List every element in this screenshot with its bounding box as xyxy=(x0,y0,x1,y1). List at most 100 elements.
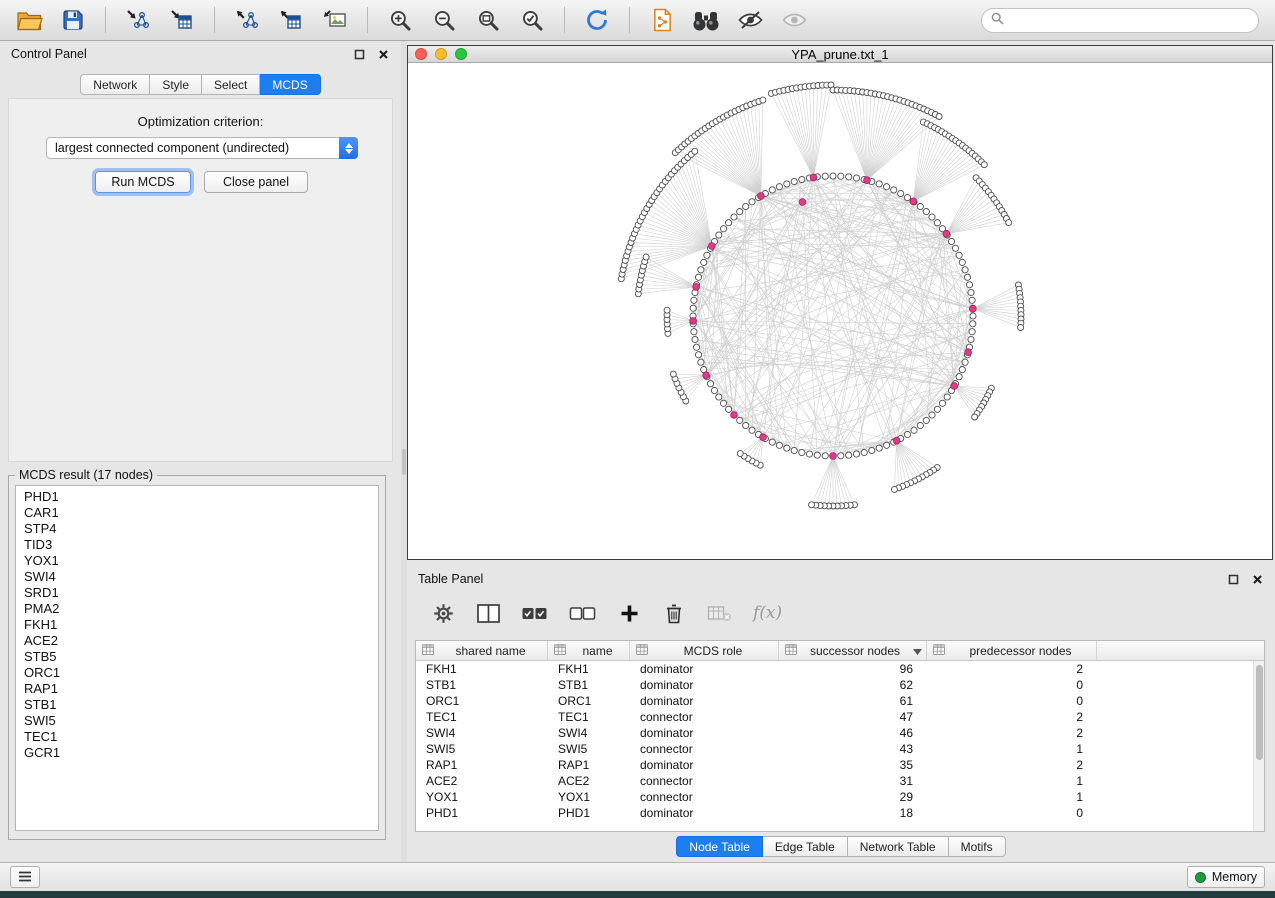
close-table-panel-icon[interactable] xyxy=(1251,573,1264,586)
mcds-result-item[interactable]: RAP1 xyxy=(16,681,378,697)
cell-shared-name: RAP1 xyxy=(416,758,548,772)
table-row[interactable]: PHD1PHD1dominator180 xyxy=(416,805,1264,821)
table-row[interactable]: FKH1FKH1dominator962 xyxy=(416,661,1264,677)
zoom-out-icon[interactable] xyxy=(425,3,463,37)
tab-select[interactable]: Select xyxy=(202,74,260,95)
cell-shared-name: ORC1 xyxy=(416,694,548,708)
tab-style[interactable]: Style xyxy=(150,74,202,95)
cell-predecessor-nodes: 2 xyxy=(927,726,1097,740)
table-row[interactable]: YOX1YOX1connector291 xyxy=(416,789,1264,805)
toolbar-separator xyxy=(214,7,215,33)
search-input[interactable] xyxy=(1010,13,1249,27)
mcds-result-item[interactable]: STP4 xyxy=(16,521,378,537)
tab-network[interactable]: Network xyxy=(80,74,150,95)
splitter-grip-icon[interactable] xyxy=(402,449,406,475)
mcds-result-item[interactable]: ACE2 xyxy=(16,633,378,649)
import-network-icon[interactable] xyxy=(119,3,157,37)
column-header-successor-nodes[interactable]: successor nodes xyxy=(779,641,927,660)
column-header-shared-name[interactable]: shared name xyxy=(416,641,548,660)
table-row[interactable]: STB1STB1dominator620 xyxy=(416,677,1264,693)
tab-node-table[interactable]: Node Table xyxy=(676,836,763,857)
export-table-icon[interactable] xyxy=(272,3,310,37)
function-builder-icon: f(x) xyxy=(753,599,782,627)
export-image-icon[interactable] xyxy=(316,3,354,37)
status-bar: Memory xyxy=(0,862,1275,891)
add-icon[interactable] xyxy=(617,599,641,627)
search-box[interactable] xyxy=(981,8,1259,33)
mcds-result-item[interactable]: SWI5 xyxy=(16,713,378,729)
mcds-result-item[interactable]: PHD1 xyxy=(16,489,378,505)
table-row[interactable]: SWI4SWI4dominator462 xyxy=(416,725,1264,741)
tab-edge-table[interactable]: Edge Table xyxy=(763,836,848,857)
table-row[interactable]: SWI5SWI5connector431 xyxy=(416,741,1264,757)
optimization-criterion-select[interactable]: largest connected component (undirected) xyxy=(46,137,358,159)
cell-shared-name: SWI5 xyxy=(416,742,548,756)
table-row[interactable]: RAP1RAP1dominator352 xyxy=(416,757,1264,773)
export-network-icon[interactable] xyxy=(228,3,266,37)
select-none-icon[interactable] xyxy=(569,599,596,627)
memory-button[interactable]: Memory xyxy=(1187,866,1265,888)
mcds-result-item[interactable]: FKH1 xyxy=(16,617,378,633)
mcds-result-item[interactable]: YOX1 xyxy=(16,553,378,569)
close-panel-button[interactable]: Close panel xyxy=(204,171,308,193)
table-header-row: shared namenameMCDS rolesuccessor nodesp… xyxy=(416,641,1264,661)
table-row[interactable]: ORC1ORC1dominator610 xyxy=(416,693,1264,709)
gear-icon[interactable] xyxy=(431,599,455,627)
cell-shared-name: PHD1 xyxy=(416,806,548,820)
refresh-icon[interactable] xyxy=(578,3,616,37)
table-sort-icon xyxy=(785,644,797,658)
column-header-name[interactable]: name xyxy=(548,641,630,660)
cell-name: PHD1 xyxy=(548,806,630,820)
mcds-result-item[interactable]: TID3 xyxy=(16,537,378,553)
share-document-icon[interactable] xyxy=(643,3,681,37)
tab-network-table[interactable]: Network Table xyxy=(848,836,949,857)
open-folder-icon[interactable] xyxy=(10,3,48,37)
zoom-selected-icon[interactable] xyxy=(513,3,551,37)
scrollbar-thumb[interactable] xyxy=(1256,665,1263,760)
save-icon[interactable] xyxy=(54,3,92,37)
tab-mcds[interactable]: MCDS xyxy=(260,74,320,95)
mcds-result-item[interactable]: SRD1 xyxy=(16,585,378,601)
mcds-result-item[interactable]: TEC1 xyxy=(16,729,378,745)
column-header-predecessor-nodes[interactable]: predecessor nodes xyxy=(927,641,1097,660)
network-window-titlebar[interactable]: YPA_prune.txt_1 xyxy=(408,46,1272,63)
mcds-result-item[interactable]: SWI4 xyxy=(16,569,378,585)
cell-successor-nodes: 61 xyxy=(779,694,927,708)
mcds-result-item[interactable]: CAR1 xyxy=(16,505,378,521)
show-panels-button[interactable] xyxy=(10,866,40,888)
zoom-in-icon[interactable] xyxy=(381,3,419,37)
cell-predecessor-nodes: 0 xyxy=(927,694,1097,708)
optimization-criterion-label: Optimization criterion: xyxy=(9,114,392,129)
zoom-fit-icon[interactable] xyxy=(469,3,507,37)
hide-selected-icon[interactable] xyxy=(731,3,769,37)
mcds-result-item[interactable]: PMA2 xyxy=(16,601,378,617)
table-row[interactable]: ACE2ACE2connector311 xyxy=(416,773,1264,789)
table-row[interactable]: TEC1TEC1connector472 xyxy=(416,709,1264,725)
tab-motifs[interactable]: Motifs xyxy=(949,836,1006,857)
clear-disabled-icon xyxy=(707,599,732,627)
network-graph-canvas[interactable] xyxy=(408,63,1272,559)
table-scrollbar[interactable] xyxy=(1253,661,1264,831)
mcds-result-item[interactable]: ORC1 xyxy=(16,665,378,681)
column-header-MCDS-role[interactable]: MCDS role xyxy=(630,641,779,660)
close-panel-icon[interactable] xyxy=(377,48,390,61)
mcds-result-item[interactable]: STB5 xyxy=(16,649,378,665)
cell-successor-nodes: 62 xyxy=(779,678,927,692)
float-table-panel-icon[interactable] xyxy=(1227,573,1240,586)
mcds-result-item[interactable]: STB1 xyxy=(16,697,378,713)
column-layout-icon[interactable] xyxy=(476,599,500,627)
first-neighbors-icon[interactable] xyxy=(687,3,725,37)
delete-icon[interactable] xyxy=(662,599,686,627)
list-icon xyxy=(18,870,32,885)
table-panel-title: Table Panel xyxy=(418,572,483,586)
cell-predecessor-nodes: 0 xyxy=(927,678,1097,692)
float-panel-icon[interactable] xyxy=(353,48,366,61)
select-all-icon[interactable] xyxy=(521,599,548,627)
cell-predecessor-nodes: 2 xyxy=(927,662,1097,676)
import-table-icon[interactable] xyxy=(163,3,201,37)
mcds-result-item[interactable]: GCR1 xyxy=(16,745,378,761)
run-mcds-button[interactable]: Run MCDS xyxy=(95,171,191,193)
show-all-icon xyxy=(775,3,813,37)
cell-MCDS-role: dominator xyxy=(630,726,779,740)
mcds-result-list[interactable]: PHD1CAR1STP4TID3YOX1SWI4SRD1PMA2FKH1ACE2… xyxy=(15,485,379,831)
